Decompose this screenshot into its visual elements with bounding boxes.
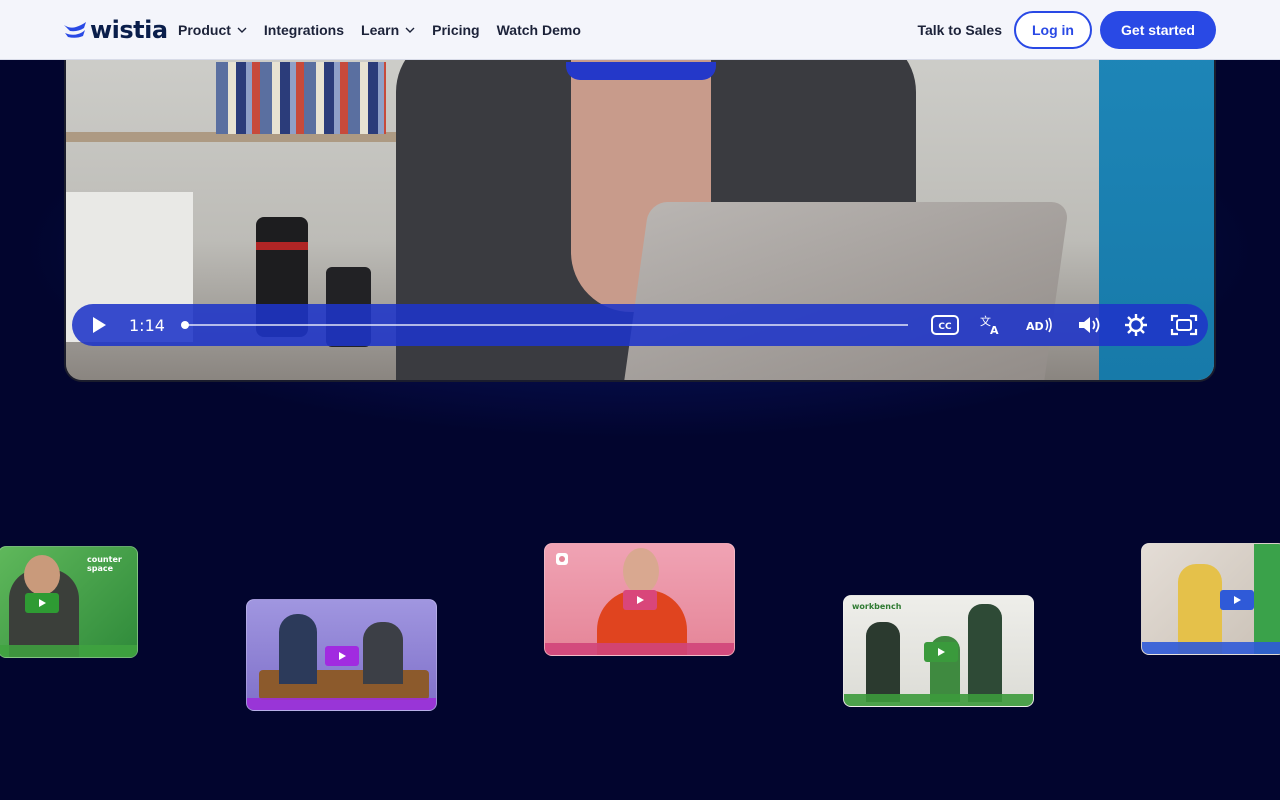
main-nav: Product Integrations Learn Pricing Watch… — [178, 0, 581, 60]
main-video-player[interactable]: 1:14 CC 文 A AD — [64, 30, 1216, 382]
svg-text:A: A — [990, 324, 999, 337]
nav-product[interactable]: Product — [178, 22, 247, 38]
header-actions: Talk to Sales Log in Get started — [917, 11, 1216, 49]
nav-pricing[interactable]: Pricing — [432, 22, 479, 38]
thumb-control-bar — [247, 698, 436, 710]
thumb-person — [279, 614, 317, 684]
chevron-down-icon — [405, 27, 415, 33]
player-controls: 1:14 CC 文 A AD — [72, 304, 1208, 346]
video-top-tab — [566, 62, 716, 80]
talk-to-sales-link[interactable]: Talk to Sales — [917, 22, 1002, 38]
thumb-podcast[interactable] — [246, 599, 437, 711]
nav-integrations-label: Integrations — [263, 22, 345, 38]
svg-text:AD: AD — [1026, 320, 1044, 333]
nav-integrations[interactable]: Integrations — [264, 22, 344, 38]
thumb-control-bar — [0, 645, 137, 657]
settings-icon[interactable] — [1123, 313, 1149, 337]
play-icon[interactable] — [1220, 590, 1254, 610]
thumb-person — [866, 622, 900, 702]
thumb-counter-space[interactable]: counter space — [0, 546, 138, 658]
thumb-control-bar — [545, 643, 734, 655]
play-icon[interactable] — [25, 593, 59, 613]
thumb-person-face — [24, 555, 60, 595]
audio-description-icon[interactable]: AD — [1024, 313, 1056, 337]
get-started-button[interactable]: Get started — [1100, 11, 1216, 49]
fullscreen-icon[interactable] — [1170, 313, 1198, 337]
progress-scrubber[interactable] — [181, 321, 908, 329]
translate-icon[interactable]: 文 A — [978, 313, 1004, 337]
volume-icon[interactable] — [1076, 313, 1102, 337]
brand-mark-icon — [556, 553, 568, 565]
nav-pricing-label: Pricing — [432, 22, 480, 38]
nav-learn-label: Learn — [361, 22, 400, 38]
thumb-party[interactable] — [1141, 543, 1280, 655]
thumb-control-bar — [844, 694, 1033, 706]
play-icon[interactable] — [623, 590, 657, 610]
thumb-workbench[interactable]: workbench — [843, 595, 1034, 707]
play-icon[interactable] — [924, 642, 958, 662]
thumb-person — [363, 622, 403, 684]
scene-books — [216, 62, 386, 134]
thumb-logo-text: counter space — [87, 555, 122, 573]
thumb-pink[interactable] — [544, 543, 735, 656]
thumb-person-face — [623, 548, 659, 594]
chevron-down-icon — [237, 27, 247, 33]
nav-learn[interactable]: Learn — [361, 22, 415, 38]
nav-watch-demo[interactable]: Watch Demo — [497, 22, 581, 38]
play-icon[interactable] — [86, 313, 112, 337]
captions-icon[interactable]: CC — [930, 313, 960, 337]
wistia-logo-text: wistia — [90, 16, 168, 44]
player-time: 1:14 — [129, 316, 165, 335]
nav-product-label: Product — [178, 22, 231, 38]
svg-text:CC: CC — [938, 322, 952, 332]
login-button[interactable]: Log in — [1014, 11, 1092, 49]
scrubber-handle[interactable] — [181, 321, 189, 329]
scene-lens-ring — [256, 242, 308, 250]
thumb-green-panel — [1254, 544, 1280, 654]
wistia-logo-icon — [64, 22, 86, 38]
thumb-person — [968, 604, 1002, 702]
thumb-logo-text: workbench — [852, 602, 902, 611]
wistia-logo[interactable]: wistia — [64, 16, 168, 44]
site-header: wistia Product Integrations Learn Pricin… — [0, 0, 1280, 60]
scene-laptop — [622, 202, 1070, 380]
nav-watch-demo-label: Watch Demo — [496, 22, 581, 38]
thumb-control-bar — [1142, 642, 1280, 654]
play-icon[interactable] — [325, 646, 359, 666]
